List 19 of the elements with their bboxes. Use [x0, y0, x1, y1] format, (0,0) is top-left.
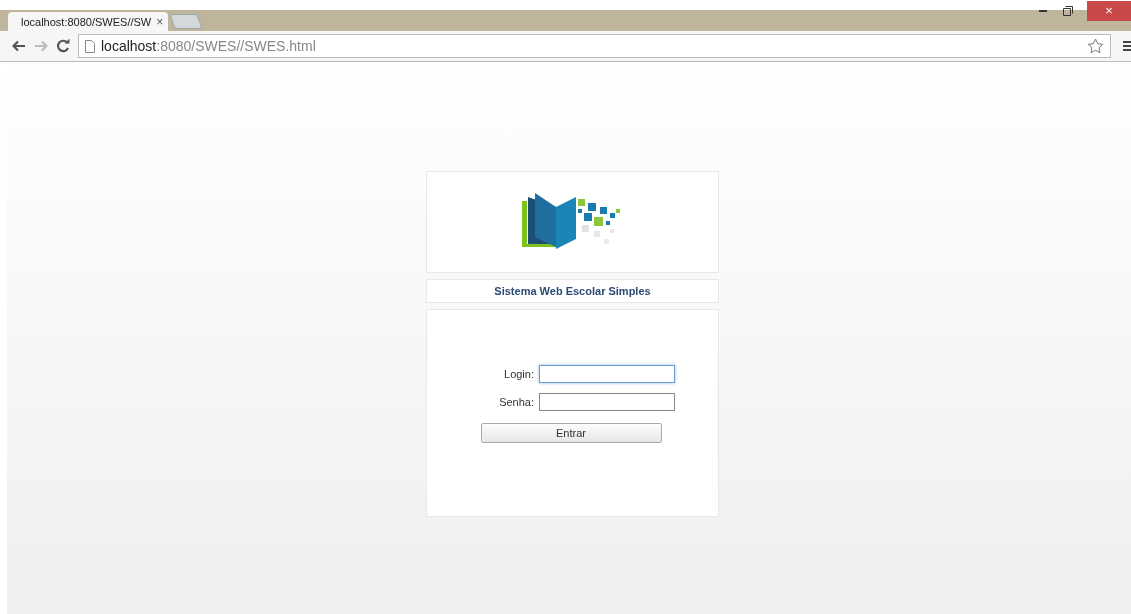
- system-title: Sistema Web Escolar Simples: [426, 279, 719, 303]
- input-field[interactable]: [539, 393, 675, 411]
- address-bar[interactable]: localhost:8080/SWES//SWES.html: [78, 34, 1111, 58]
- close-tab-button[interactable]: ×: [156, 14, 164, 29]
- login-button[interactable]: Entrar: [480, 423, 662, 443]
- reload-icon[interactable]: [56, 39, 70, 53]
- url-text: localhost:8080/SWES//SWES.html: [101, 38, 317, 54]
- tab-title: localhost:8080/SWES//SW: [21, 15, 152, 28]
- close-window-button[interactable]: ×: [1087, 0, 1131, 21]
- field-label: Senha:: [498, 396, 534, 408]
- star-icon[interactable]: [1087, 38, 1104, 54]
- input-field[interactable]: [539, 365, 675, 383]
- field-label: Login:: [503, 368, 534, 380]
- restore-icon[interactable]: [1063, 5, 1073, 16]
- page-icon: [85, 39, 95, 53]
- browser-tab[interactable]: localhost:8080/SWES//SW ×: [8, 12, 168, 31]
- menu-icon[interactable]: [1123, 40, 1131, 52]
- minimize-icon[interactable]: [1039, 9, 1047, 12]
- back-icon[interactable]: [12, 40, 26, 52]
